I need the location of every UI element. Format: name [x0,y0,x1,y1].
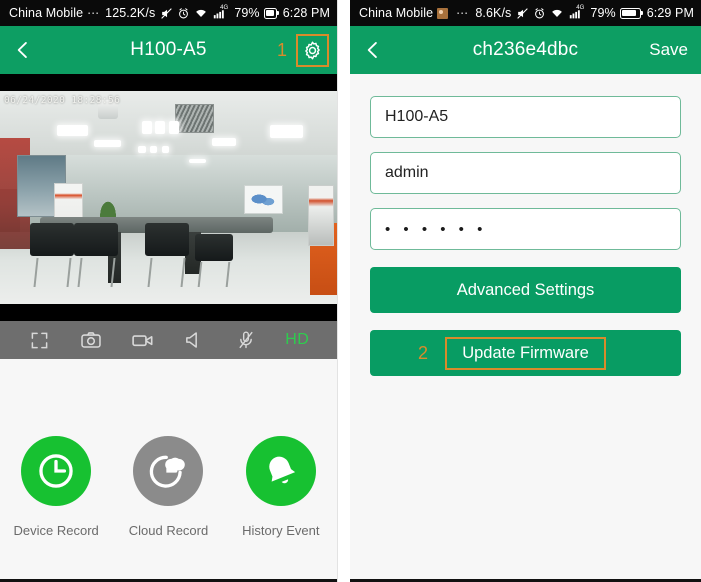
status-bar-left: China Mobile ⋯ 125.2K/s 4G 79% 6:28 PM [0,0,337,26]
shortcut-label-cloud-record: Cloud Record [128,523,209,538]
speaker-icon [186,332,198,348]
video-player[interactable]: 06/24/2020 18:28:56 [0,74,337,321]
shortcut-device-record[interactable]: Device Record [6,436,106,538]
camera-snapshot-icon [81,332,102,348]
mute-icon [517,7,529,19]
wifi-icon [552,9,563,17]
battery-percent-label: 79% [234,6,260,20]
video-timestamp-overlay: 06/24/2020 18:28:56 [4,95,121,106]
update-firmware-label: Update Firmware [445,336,606,370]
device-settings-form: H100-A5 admin • • • • • • Advanced Setti… [350,74,701,582]
quality-toggle-button[interactable]: HD [277,321,317,359]
office-scene-image [0,91,337,304]
microphone-button[interactable] [226,321,266,359]
password-input[interactable]: • • • • • • [370,208,681,250]
clock-label: 6:28 PM [282,6,330,20]
alarm-icon [179,7,189,18]
device-name-value: H100-A5 [385,108,449,125]
record-button[interactable] [123,321,163,359]
cloud-clock-icon [150,455,186,488]
history-event-circle [245,436,316,506]
app-header-right: ch236e4dbc Save [350,26,701,74]
video-control-toolbar: HD [0,321,337,359]
carrier-label-right: China Mobile [359,6,434,20]
gear-icon [305,41,320,59]
advanced-settings-label: Advanced Settings [456,280,595,299]
settings-button[interactable] [296,33,329,67]
back-button-right[interactable] [350,26,396,74]
battery-icon [263,7,280,19]
signal-4g-icon: 4G [568,5,584,20]
shortcut-history-event[interactable]: History Event [231,436,331,538]
bell-icon [269,456,295,484]
back-button-left[interactable] [0,26,46,74]
advanced-settings-button[interactable]: Advanced Settings [370,267,681,313]
password-value: • • • • • • [385,220,487,238]
update-firmware-button[interactable]: 2 Update Firmware [370,330,681,376]
dual-phone-screenshot: China Mobile ⋯ 125.2K/s 4G 79% 6:28 PM H… [0,0,701,582]
device-name-input[interactable]: H100-A5 [370,96,681,138]
header-actions-right: Save [649,40,701,60]
save-button[interactable]: Save [649,40,693,60]
annotation-number-2: 2 [418,342,429,363]
shortcut-label-history-event: History Event [242,523,320,538]
panel-gap [338,0,350,582]
right-phone-panel: China Mobile ⋯ 8.6K/s 4G 79% 6:29 PM ch2… [350,0,701,582]
fullscreen-button[interactable] [20,321,60,359]
network-speed-label-right: 8.6K/s [475,6,512,20]
camera-live-feed[interactable] [0,91,337,304]
username-value: admin [385,164,429,181]
shortcut-grid: Device Record Cloud Record History Event [0,359,337,582]
app-badge-icon [437,7,449,19]
chevron-left-icon [17,42,27,58]
header-actions-left: 1 [276,33,337,67]
status-bar-right: China Mobile ⋯ 8.6K/s 4G 79% 6:29 PM [350,0,701,26]
status-overflow-dots-right: ⋯ [456,6,470,20]
clock-label-right: 6:29 PM [646,6,694,20]
clock-icon [39,454,73,488]
carrier-label: China Mobile [9,6,84,20]
signal-4g-icon: 4G [212,5,228,20]
speaker-button[interactable] [174,321,214,359]
chevron-left-icon [367,42,377,58]
alarm-icon [535,7,545,18]
annotation-number-1: 1 [276,39,287,60]
battery-percent-label-right: 79% [590,6,616,20]
microphone-muted-icon [239,331,253,349]
snapshot-button[interactable] [71,321,111,359]
app-header-left: H100-A5 1 [0,26,337,74]
status-icons: 4G [160,5,228,20]
quality-label: HD [285,331,310,348]
status-overflow-dots: ⋯ [87,6,101,20]
left-phone-panel: China Mobile ⋯ 125.2K/s 4G 79% 6:28 PM H… [0,0,338,582]
shortcut-cloud-record[interactable]: Cloud Record [118,436,218,538]
cloud-record-circle [133,436,204,506]
status-icons-right: 4G [516,5,584,20]
device-record-circle [21,436,92,506]
fullscreen-icon [31,332,48,348]
battery-icon-right [619,7,644,19]
video-record-icon [132,334,153,346]
mute-icon [161,7,173,19]
shortcut-label-device-record: Device Record [13,523,99,538]
username-input[interactable]: admin [370,152,681,194]
network-speed-label: 125.2K/s [105,6,156,20]
wifi-icon [196,9,207,17]
